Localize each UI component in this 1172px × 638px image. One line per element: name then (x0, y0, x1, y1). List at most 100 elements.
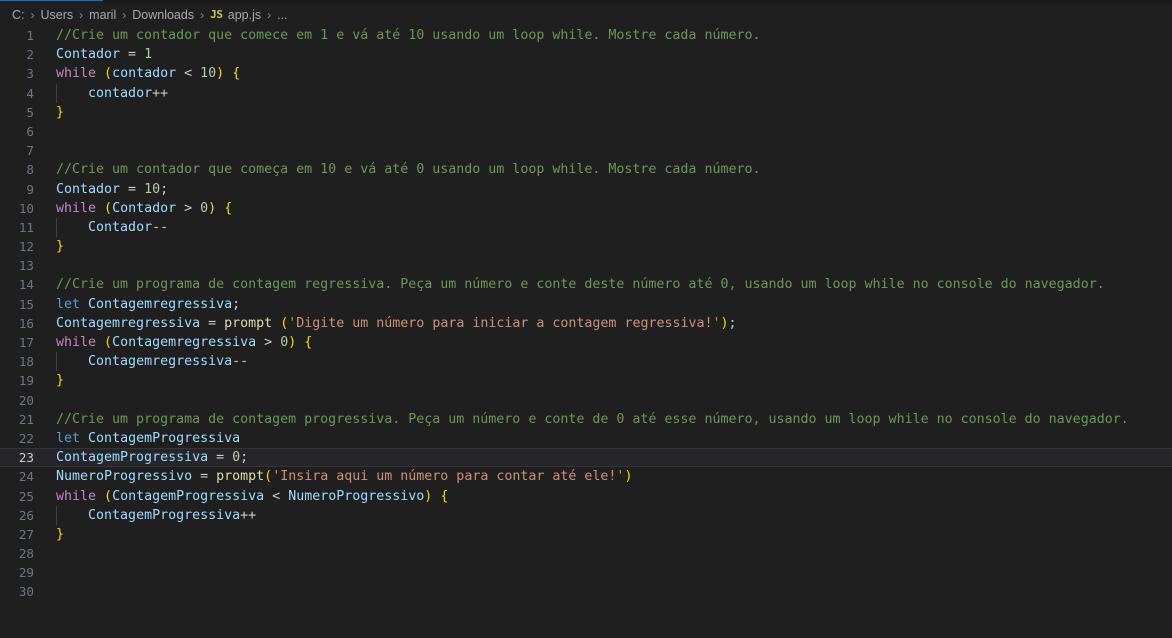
token-control: while (56, 488, 97, 504)
code-line-content (56, 141, 1172, 160)
token-default (56, 508, 88, 523)
token-default (96, 489, 104, 504)
code-line-content: Contagemregressiva = prompt ('Digite um … (56, 314, 1172, 333)
code-line[interactable]: 24 NumeroProgressivo = prompt('Insira aqu… (0, 467, 1172, 486)
token-control: while (56, 66, 97, 82)
token-default: ++ (240, 507, 257, 523)
gutter-spacer (34, 487, 56, 506)
code-line[interactable]: 10 while (Contador > 0) { (0, 199, 1172, 218)
line-number: 17 (18, 335, 34, 350)
token-br1: } (56, 526, 65, 542)
code-line[interactable]: 14 //Crie um programa de contagem regress… (0, 275, 1172, 294)
breadcrumb[interactable]: C: › Users › maril › Downloads › JS app.js ›... (0, 3, 1172, 26)
code-line[interactable]: 18 Contagemregressiva-- (0, 352, 1172, 372)
code-line[interactable]: 12} (0, 237, 1172, 256)
code-line[interactable]: 6 (0, 122, 1172, 141)
token-default (216, 201, 224, 216)
gutter-spacer (34, 160, 56, 179)
token-var: ContagemProgressiva (56, 450, 209, 466)
token-default (80, 297, 88, 312)
code-line[interactable]: 27} (0, 525, 1172, 544)
token-br1: ( (104, 200, 113, 216)
code-line[interactable]: 19} (0, 371, 1172, 390)
line-number: 20 (18, 392, 34, 408)
code-line-current[interactable]: 23 ContagemProgressiva = 0; (0, 448, 1172, 468)
code-line[interactable]: 17 while (Contagemregressiva > 0) { (0, 333, 1172, 352)
code-line[interactable]: 26 ContagemProgressiva++ (0, 505, 1172, 525)
token-var: Contador (112, 200, 177, 216)
breadcrumb-file-label: app.js (227, 7, 262, 22)
token-comment: //Crie um programa de contagem regressiv… (56, 277, 1105, 293)
code-line-content: //Crie um programa de contagem regressiv… (56, 275, 1172, 294)
code-line[interactable]: 4 contador++ (0, 83, 1172, 103)
gutter-spacer (34, 467, 56, 486)
token-default: = (120, 181, 145, 197)
code-line[interactable]: 5} (0, 103, 1172, 122)
token-control: while (56, 200, 97, 216)
code-line[interactable]: 11 Contador-- (0, 217, 1172, 238)
gutter-spacer (34, 449, 56, 466)
line-number: 4 (26, 85, 34, 101)
line-number: 2 (26, 47, 34, 63)
code-line[interactable]: 3 while (contador < 10) { (0, 64, 1172, 83)
gutter-spacer (34, 26, 56, 45)
token-default: < (264, 488, 289, 504)
tab-strip-background (103, 0, 1172, 3)
token-default (56, 86, 88, 101)
token-num: 0 (232, 450, 241, 466)
token-default: ; (240, 450, 249, 466)
gutter-spacer (34, 199, 56, 218)
code-line[interactable]: 16 Contagemregressiva = prompt ('Digite u… (0, 314, 1172, 333)
line-number: 5 (26, 104, 34, 120)
token-var: Contador (56, 181, 121, 197)
breadcrumb-overflow[interactable]: ... (276, 8, 288, 22)
code-line-content: } (56, 525, 1172, 544)
code-line-content: ContagemProgressiva = 0; (56, 449, 1172, 466)
breadcrumb-item-maril[interactable]: maril (88, 8, 117, 22)
code-line[interactable]: 29 (0, 563, 1172, 582)
active-tab-indicator (0, 0, 103, 3)
token-default: = (192, 469, 217, 485)
token-var: Contador (88, 219, 153, 235)
code-line[interactable]: 13 (0, 256, 1172, 275)
code-editor[interactable]: 1 //Crie um contador que comece em 1 e vá… (0, 26, 1172, 638)
code-line[interactable]: 1 //Crie um contador que comece em 1 e vá… (0, 26, 1172, 45)
breadcrumb-item-downloads[interactable]: Downloads (131, 8, 195, 22)
token-br1: { (224, 200, 233, 216)
gutter-spacer (34, 333, 56, 352)
token-num: 10 (200, 66, 217, 82)
code-line[interactable]: 2 Contador = 1 (0, 45, 1172, 64)
line-number: 1 (26, 28, 34, 43)
code-line[interactable]: 9 Contador = 10; (0, 180, 1172, 199)
gutter-spacer (34, 371, 56, 390)
gutter-spacer (34, 180, 56, 199)
gutter-spacer (34, 256, 56, 275)
code-line[interactable]: 28 (0, 544, 1172, 563)
code-line-content: //Crie um contador que começa em 10 e vá… (56, 160, 1172, 179)
code-line[interactable]: 8 //Crie um contador que começa em 10 e v… (0, 160, 1172, 179)
gutter-spacer (34, 506, 56, 525)
gutter-spacer (34, 122, 56, 141)
breadcrumb-item-c[interactable]: C: (11, 8, 26, 22)
gutter-spacer (34, 275, 56, 294)
code-line[interactable]: 15 let Contagemregressiva; (0, 295, 1172, 314)
code-line[interactable]: 21 //Crie um programa de contagem progres… (0, 410, 1172, 429)
token-default: ; (728, 315, 737, 331)
code-line-content (56, 544, 1172, 563)
code-line[interactable]: 30 (0, 582, 1172, 601)
token-num: 0 (200, 200, 209, 216)
token-br1: { (304, 335, 313, 350)
token-var: Contagemregressiva (112, 335, 257, 350)
code-line[interactable]: 7 (0, 141, 1172, 160)
breadcrumb-item-file[interactable]: JS app.js (209, 8, 262, 22)
token-br1: ( (104, 335, 113, 350)
token-default: > (256, 335, 281, 350)
code-line[interactable]: 25 while (ContagemProgressiva < NumeroPro… (0, 487, 1172, 506)
code-line[interactable]: 20 (0, 391, 1172, 410)
code-line[interactable]: 22 let ContagemProgressiva (0, 429, 1172, 448)
line-number: 29 (18, 565, 34, 581)
breadcrumb-separator: › (122, 7, 127, 22)
token-default (96, 66, 104, 81)
breadcrumb-item-users[interactable]: Users (40, 8, 75, 22)
token-var: ContagemProgressiva (88, 507, 241, 523)
